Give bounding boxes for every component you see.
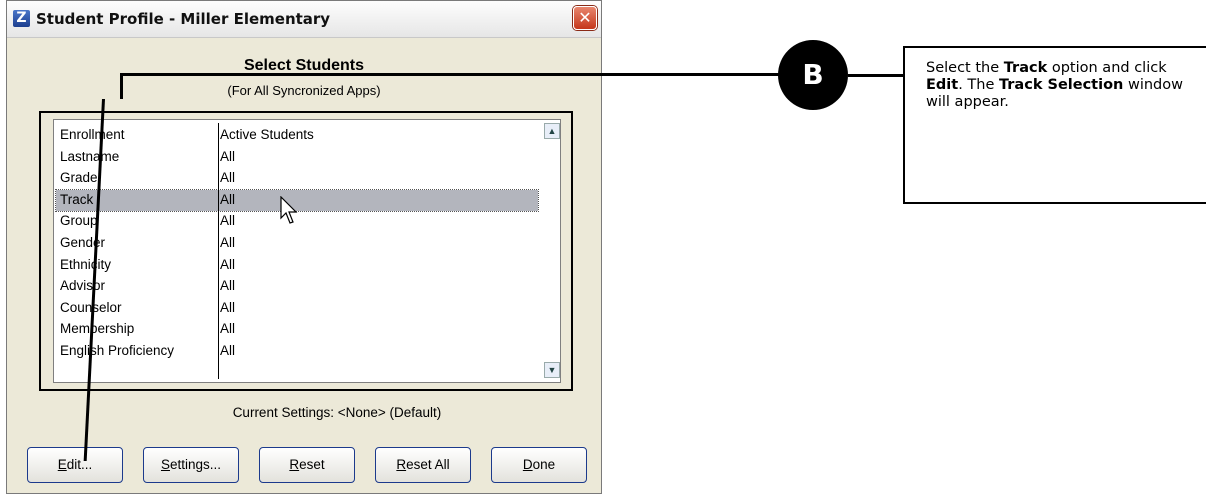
instruction-fragment: . The: [958, 77, 999, 93]
list-item-field: Membership: [60, 321, 135, 337]
list-item-value: All: [220, 213, 236, 229]
callout-vertical-line: [120, 73, 123, 99]
list-item-value: All: [220, 278, 236, 294]
list-item-field: Grade: [60, 170, 98, 186]
instruction-keyword: Track: [1003, 60, 1048, 76]
list-item-value: All: [220, 342, 236, 358]
list-item[interactable]: Grade All: [56, 168, 538, 190]
instruction-keyword: Edit: [926, 77, 959, 93]
window-title: Student Profile - Miller Elementary: [36, 10, 331, 28]
current-settings-label: Current Settings: <None> (Default): [232, 405, 442, 420]
panel-subtitle: (For All Syncronized Apps): [227, 83, 381, 98]
instruction-fragment: option and click: [1047, 60, 1167, 76]
instruction-callout: Select the Track option and click Edit. …: [903, 46, 1206, 204]
step-badge: B: [778, 40, 848, 110]
list-item-value: All: [220, 299, 236, 315]
instruction-fragment: Select the: [926, 60, 1004, 76]
reset-button[interactable]: Reset: [259, 447, 355, 483]
list-item-value: All: [220, 321, 236, 337]
list-item[interactable]: Gender All: [56, 233, 538, 255]
student-filter-list[interactable]: Enrollment Active Students Lastname All Grad…: [53, 119, 561, 383]
list-item-value: All: [220, 191, 236, 207]
list-item[interactable]: English Proficiency All: [56, 341, 538, 363]
instruction-text: Select the Track option and click Edit. …: [926, 60, 1196, 111]
list-item[interactable]: Enrollment Active Students: [56, 125, 538, 147]
list-item-value: All: [220, 234, 236, 250]
close-button[interactable]: ✕: [573, 6, 597, 30]
edit-button[interactable]: Edit...: [27, 447, 123, 483]
list-item[interactable]: Ethnicity All: [56, 255, 538, 277]
app-logo-icon: Z: [13, 10, 30, 27]
list-item-value: All: [220, 148, 236, 164]
title-bar[interactable]: Z Student Profile - Miller Elementary ✕: [7, 1, 601, 38]
list-item[interactable]: Lastname All: [56, 147, 538, 169]
list-item-value: All: [220, 170, 236, 186]
scroll-down-icon[interactable]: ▼: [544, 362, 560, 378]
callout-connector-line: [848, 74, 906, 77]
list-item-value: All: [220, 256, 236, 272]
list-item-field: Enrollment: [60, 127, 125, 142]
list-item[interactable]: CounselorAll: [56, 298, 538, 320]
scroll-up-icon[interactable]: ▲: [544, 123, 560, 139]
list-item-field: Gender: [60, 234, 106, 250]
list-item-field: Track: [60, 191, 94, 207]
column-divider: [218, 123, 219, 379]
list-item[interactable]: Membership All: [56, 319, 538, 341]
list-rows: Enrollment Active Students Lastname All Grad…: [55, 125, 539, 363]
list-item-field: Lastname: [60, 148, 120, 164]
callout-horizontal-line: [121, 73, 779, 76]
list-item-field: Ethnicity: [60, 256, 112, 272]
reset-all-button[interactable]: Reset All: [375, 447, 471, 483]
done-button[interactable]: Done: [491, 447, 587, 483]
list-item-field: Advisor: [60, 278, 106, 294]
list-item-field: English Proficiency: [60, 342, 175, 358]
list-item-value: Active Students: [220, 127, 314, 142]
list-item-field: Group: [60, 213, 98, 229]
mouse-pointer-icon: [280, 196, 298, 224]
list-frame: Enrollment Active Students Lastname All Grad…: [39, 111, 573, 391]
settings-button[interactable]: Settings...: [143, 447, 239, 483]
list-item[interactable]: Advisor All: [56, 276, 538, 298]
instruction-keyword: Track Selection: [998, 77, 1124, 93]
